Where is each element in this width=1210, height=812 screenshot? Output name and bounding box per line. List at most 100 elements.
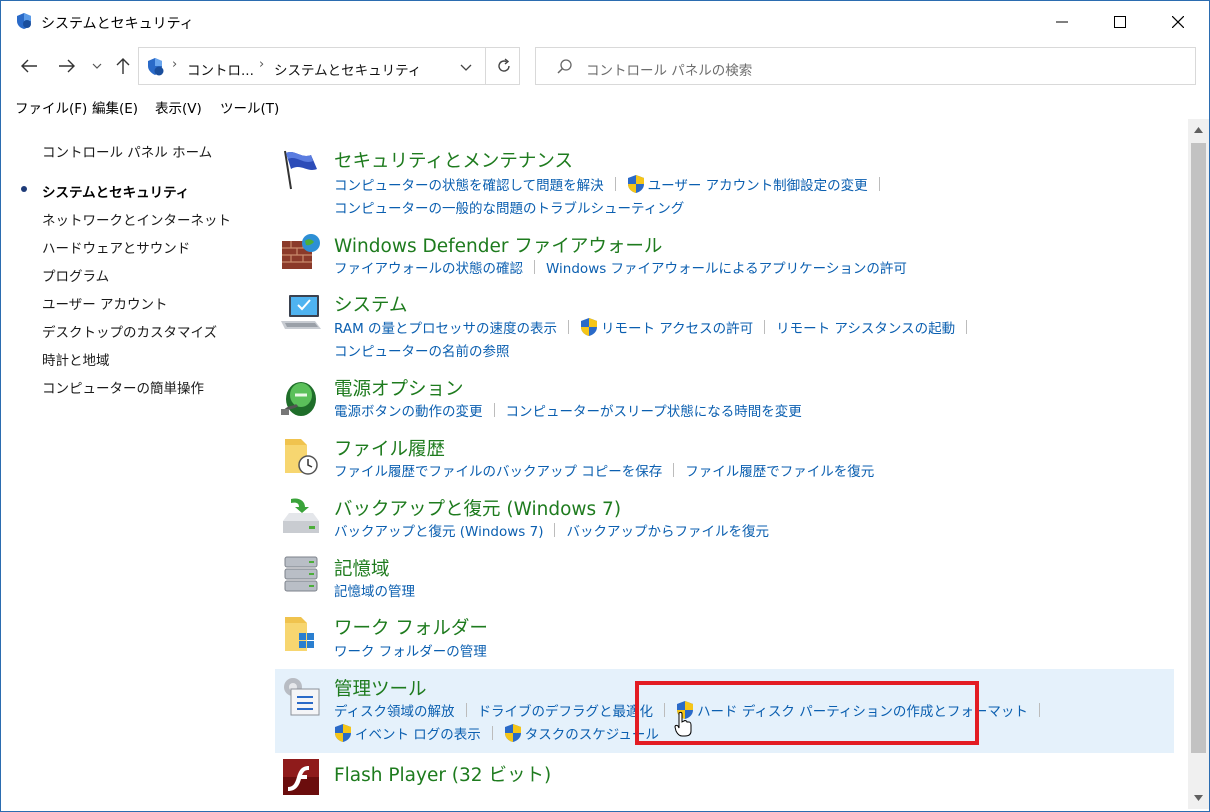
search-icon [556, 58, 574, 76]
category-title[interactable]: Windows Defender ファイアウォール [334, 232, 662, 258]
link-check-status[interactable]: コンピューターの状態を確認して問題を解決 [334, 174, 604, 194]
uac-shield-icon [580, 317, 598, 337]
minimize-button[interactable] [1033, 1, 1091, 43]
link-row: RAM の量とプロセッサの速度の表示 リモート アクセスの許可 リモート アシスタン… [334, 317, 978, 337]
breadcrumb-control-panel[interactable]: コントロ... [187, 59, 254, 79]
breadcrumb-system-security[interactable]: システムとセキュリティ [274, 59, 421, 79]
scrollbar-thumb[interactable] [1191, 143, 1206, 753]
menu-view[interactable]: 表示(V) [155, 97, 202, 117]
link-troubleshooting[interactable]: コンピューターの一般的な問題のトラブルシューティング [334, 197, 684, 217]
link-uac-settings[interactable]: ユーザー アカウント制御設定の変更 [648, 174, 868, 194]
uac-shield-icon [627, 174, 645, 194]
link-restore-from-backup[interactable]: バックアップからファイルを復元 [566, 520, 769, 540]
link-row: コンピューターの状態を確認して問題を解決 ユーザー アカウント制御設定の変更 [334, 174, 891, 194]
address-bar[interactable]: › コントロ... › システムとセキュリティ [138, 47, 520, 85]
link-allow-app-firewall[interactable]: Windows ファイアウォールによるアプリケーションの許可 [546, 257, 907, 277]
category-title[interactable]: 管理ツール [334, 675, 427, 701]
hand-cursor-icon [674, 711, 692, 737]
storage-icon [279, 553, 323, 597]
vertical-scrollbar[interactable] [1188, 119, 1209, 809]
link-row: バックアップと復元 (Windows 7) バックアップからファイルを復元 [334, 520, 769, 540]
control-panel-shield-icon [15, 12, 33, 30]
link-row: コンピューターの名前の参照 [334, 340, 510, 360]
link-row: 記憶域の管理 [334, 580, 415, 600]
link-manage-work-folders[interactable]: ワーク フォルダーの管理 [334, 640, 487, 660]
sidebar-item-hardware-sound[interactable]: ハードウェアとサウンド [42, 237, 190, 257]
flash-icon [279, 757, 323, 801]
search-placeholder: コントロール パネルの検索 [586, 63, 753, 79]
sidebar-item-programs[interactable]: プログラム [42, 265, 109, 285]
up-button[interactable] [111, 54, 135, 78]
flag-icon [279, 147, 323, 191]
uac-shield-icon [504, 723, 522, 743]
link-row: ファイアウォールの状態の確認 Windows ファイアウォールによるアプリケーショ… [334, 257, 907, 277]
content-pane: セキュリティとメンテナンス コンピューターの状態を確認して問題を解決 ユーザー ア… [273, 119, 1187, 809]
sidebar-item-user-accounts[interactable]: ユーザー アカウント [42, 293, 168, 313]
link-save-backup-copies[interactable]: ファイル履歴でファイルのバックアップ コピーを保存 [334, 460, 662, 480]
backup-icon [279, 495, 323, 539]
category-title[interactable]: セキュリティとメンテナンス [334, 147, 573, 173]
current-page-bullet [21, 186, 27, 192]
scroll-down-arrow-icon[interactable] [1188, 787, 1209, 809]
refresh-button[interactable] [485, 48, 521, 84]
link-row: コンピューターの一般的な問題のトラブルシューティング [334, 197, 684, 217]
search-box[interactable]: コントロール パネルの検索 [535, 47, 1196, 85]
work-folders-icon [279, 613, 323, 657]
sidebar: コントロール パネル ホーム システムとセキュリティ ネットワークとインターネッ… [1, 119, 271, 809]
control-panel-icon [146, 57, 166, 77]
control-panel-window: システムとセキュリティ › コントロ... › システムとセキュリティ コントロ… [0, 0, 1210, 812]
sidebar-item-personalization[interactable]: デスクトップのカスタマイズ [42, 321, 217, 341]
category-title[interactable]: 記憶域 [334, 555, 390, 581]
link-firewall-status[interactable]: ファイアウォールの状態の確認 [334, 257, 523, 277]
link-row: イベント ログの表示 タスクのスケジュール [334, 723, 659, 743]
firewall-icon [279, 231, 323, 275]
window-title: システムとセキュリティ [41, 16, 194, 32]
link-row: ワーク フォルダーの管理 [334, 640, 487, 660]
maximize-button[interactable] [1091, 1, 1149, 43]
menu-tools[interactable]: ツール(T) [220, 97, 279, 117]
breadcrumb-separator-icon: › [259, 57, 265, 72]
link-row: 電源ボタンの動作の変更 コンピューターがスリープ状態になる時間を変更 [334, 400, 802, 420]
category-title[interactable]: ファイル履歴 [334, 435, 445, 461]
admin-tools-icon [279, 675, 323, 719]
file-history-icon [279, 435, 323, 479]
forward-button[interactable] [55, 54, 79, 78]
navigation-bar: › コントロ... › システムとセキュリティ コントロール パネルの検索 [1, 43, 1209, 89]
close-button[interactable] [1149, 1, 1207, 43]
breadcrumb-separator-icon: › [172, 57, 178, 72]
link-computer-name[interactable]: コンピューターの名前の参照 [334, 340, 510, 360]
category-title[interactable]: 電源オプション [334, 375, 464, 401]
back-button[interactable] [17, 54, 41, 78]
category-title[interactable]: バックアップと復元 (Windows 7) [334, 495, 621, 521]
title-bar[interactable]: システムとセキュリティ [1, 1, 1209, 43]
battery-icon [279, 375, 323, 419]
category-title[interactable]: ワーク フォルダー [334, 614, 488, 640]
category-title[interactable]: Flash Player (32 ビット) [334, 761, 551, 787]
link-event-logs[interactable]: イベント ログの表示 [355, 723, 481, 743]
category-title[interactable]: システム [334, 291, 407, 317]
sidebar-item-clock-region[interactable]: 時計と地域 [42, 349, 110, 369]
uac-shield-icon [334, 723, 352, 743]
link-power-button[interactable]: 電源ボタンの動作の変更 [334, 400, 483, 420]
link-backup-restore-win7[interactable]: バックアップと復元 (Windows 7) [334, 520, 543, 540]
link-remote-assistance[interactable]: リモート アシスタンスの起動 [776, 317, 955, 337]
link-ram-processor[interactable]: RAM の量とプロセッサの速度の表示 [334, 317, 557, 337]
link-manage-storage[interactable]: 記憶域の管理 [334, 580, 415, 600]
menu-file[interactable]: ファイル(F) [15, 97, 87, 117]
link-row: ファイル履歴でファイルのバックアップ コピーを保存 ファイル履歴でファイルを復元 [334, 460, 874, 480]
link-defragment[interactable]: ドライブのデフラグと最適化 [478, 700, 654, 720]
link-remote-access[interactable]: リモート アクセスの許可 [601, 317, 753, 337]
link-disk-cleanup[interactable]: ディスク領域の解放 [334, 700, 455, 720]
recent-locations-chevron-icon[interactable] [87, 54, 107, 78]
address-dropdown-chevron-icon[interactable] [455, 57, 477, 77]
sidebar-item-network[interactable]: ネットワークとインターネット [42, 209, 231, 229]
sidebar-control-panel-home[interactable]: コントロール パネル ホーム [42, 141, 212, 161]
menu-bar: ファイル(F) 編集(E) 表示(V) ツール(T) [1, 93, 1209, 117]
computer-icon [279, 291, 323, 335]
link-sleep-time[interactable]: コンピューターがスリープ状態になる時間を変更 [506, 400, 802, 420]
menu-edit[interactable]: 編集(E) [92, 97, 138, 117]
sidebar-item-ease-of-access[interactable]: コンピューターの簡単操作 [42, 377, 204, 397]
sidebar-item-system-security: システムとセキュリティ [42, 185, 190, 201]
scroll-up-arrow-icon[interactable] [1188, 119, 1209, 141]
link-restore-files[interactable]: ファイル履歴でファイルを復元 [685, 460, 874, 480]
